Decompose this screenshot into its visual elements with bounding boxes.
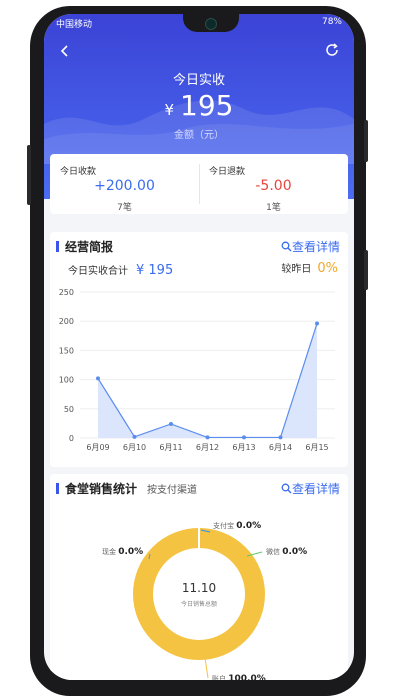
slice-value-account: 100.0%	[228, 674, 266, 680]
canteen-detail-link[interactable]: 查看详情	[281, 480, 340, 497]
area-fill	[98, 323, 317, 438]
data-point	[96, 376, 100, 381]
currency-symbol: ¥	[164, 101, 175, 119]
data-point	[169, 421, 173, 426]
refund-value: -5.00	[255, 178, 292, 194]
canteen-card: 食堂销售统计 按支付渠道 查看详情 11.10 今日销售总额 现金 0.0% 支付宝 0…	[50, 474, 348, 680]
refund-label: 今日退款	[209, 167, 246, 177]
slice-label-alipay: 支付宝 0.0%	[213, 521, 261, 531]
amount-value: 195	[180, 89, 234, 122]
report-detail-label: 查看详情	[291, 240, 340, 254]
compare-value: 0%	[317, 261, 338, 276]
notch	[183, 14, 239, 32]
total-amount: ¥195	[44, 89, 354, 122]
refund-count: 1笔	[266, 203, 281, 213]
carrier-label: 中国移动	[56, 20, 93, 30]
search-icon	[281, 241, 292, 252]
canteen-tag: 按支付渠道	[147, 485, 198, 496]
payment-donut-chart: 11.10今日销售总额现金 0.0%支付宝 0.0%微信 0.0%账户 100.…	[102, 521, 307, 680]
canteen-title: 食堂销售统计 按支付渠道	[56, 480, 197, 497]
data-point	[205, 435, 210, 440]
side-button	[364, 250, 368, 290]
donut-center-value: 11.10	[182, 581, 216, 595]
refund-column: 今日退款 -5.00 1笔	[199, 154, 348, 214]
report-detail-link[interactable]: 查看详情	[281, 238, 340, 255]
slice-label-cash: 现金 0.0%	[102, 547, 143, 557]
report-card: 经营简报 查看详情 今日实收合计 ¥ 195 较昨日 0% 0 50 100 150 200…	[50, 232, 348, 467]
y-tick-label: 200	[59, 317, 74, 326]
x-tick-label: 6月12	[196, 443, 219, 452]
total-row: 今日实收合计 ¥ 195	[68, 262, 173, 278]
refresh-icon[interactable]	[324, 42, 340, 58]
back-arrow-icon[interactable]	[58, 44, 72, 58]
camera-icon	[205, 18, 217, 30]
summary-card: 今日收款 +200.00 7笔 今日退款 -5.00 1笔	[50, 154, 348, 214]
canteen-detail-label: 查看详情	[291, 482, 340, 496]
y-tick-label: 150	[59, 346, 74, 355]
x-tick-label: 6月09	[86, 443, 109, 452]
y-tick-label: 50	[64, 405, 74, 414]
income-count: 7笔	[117, 203, 132, 213]
series-line	[97, 323, 318, 439]
income-label: 今日收款	[60, 167, 97, 177]
total-value: ¥ 195	[136, 263, 174, 278]
x-tick-label: 6月14	[269, 443, 292, 452]
slice-value-cash: 0.0%	[118, 547, 143, 557]
data-point	[315, 321, 319, 326]
compare-row: 较昨日 0%	[281, 260, 338, 276]
slice-value-alipay: 0.0%	[236, 521, 261, 531]
donut-center-label: 今日销售总额	[181, 600, 217, 608]
volume-button	[27, 145, 31, 205]
income-column: 今日收款 +200.00 7笔	[50, 154, 199, 214]
page-title: 今日实收	[172, 73, 225, 88]
y-tick-label: 100	[59, 376, 74, 385]
data-point	[242, 435, 246, 440]
data-point	[278, 435, 283, 440]
compare-label: 较昨日	[281, 264, 312, 275]
donut-gap	[198, 528, 200, 548]
slice-name-cash: 现金	[102, 547, 118, 556]
data-point	[132, 434, 137, 439]
amount-label: 金额（元）	[174, 130, 224, 141]
slice-name-alipay: 支付宝	[213, 521, 236, 530]
sales-line-chart: 0 50 100 150 200 250 6月09 6月10 6月11 6月12 6月13 6月14 6…	[59, 288, 335, 452]
slice-label-account: 账户 100.0%	[212, 674, 266, 680]
report-title: 经营简报	[56, 238, 113, 255]
x-tick-label: 6月10	[123, 443, 146, 452]
power-button	[364, 120, 368, 162]
x-tick-label: 6月15	[305, 443, 328, 452]
x-tick-label: 6月13	[232, 443, 255, 452]
y-tick-label: 250	[59, 288, 74, 297]
leader-line-account	[204, 657, 209, 679]
search-icon	[281, 483, 292, 494]
y-tick-label: 0	[69, 434, 74, 443]
x-tick-label: 6月11	[159, 443, 182, 452]
income-value: +200.00	[94, 178, 155, 194]
slice-name-account: 账户	[212, 674, 228, 680]
slice-value-wechat: 0.0%	[282, 547, 307, 557]
total-label: 今日实收合计	[68, 266, 128, 277]
slice-label-wechat: 微信 0.0%	[266, 547, 307, 557]
battery-label: 78%	[321, 17, 342, 27]
slice-name-wechat: 微信	[266, 547, 282, 556]
app-screen: 中国移动 78% 今日实收 ¥195 金额（元） 今日收款 +200.00 7笔…	[44, 14, 354, 680]
